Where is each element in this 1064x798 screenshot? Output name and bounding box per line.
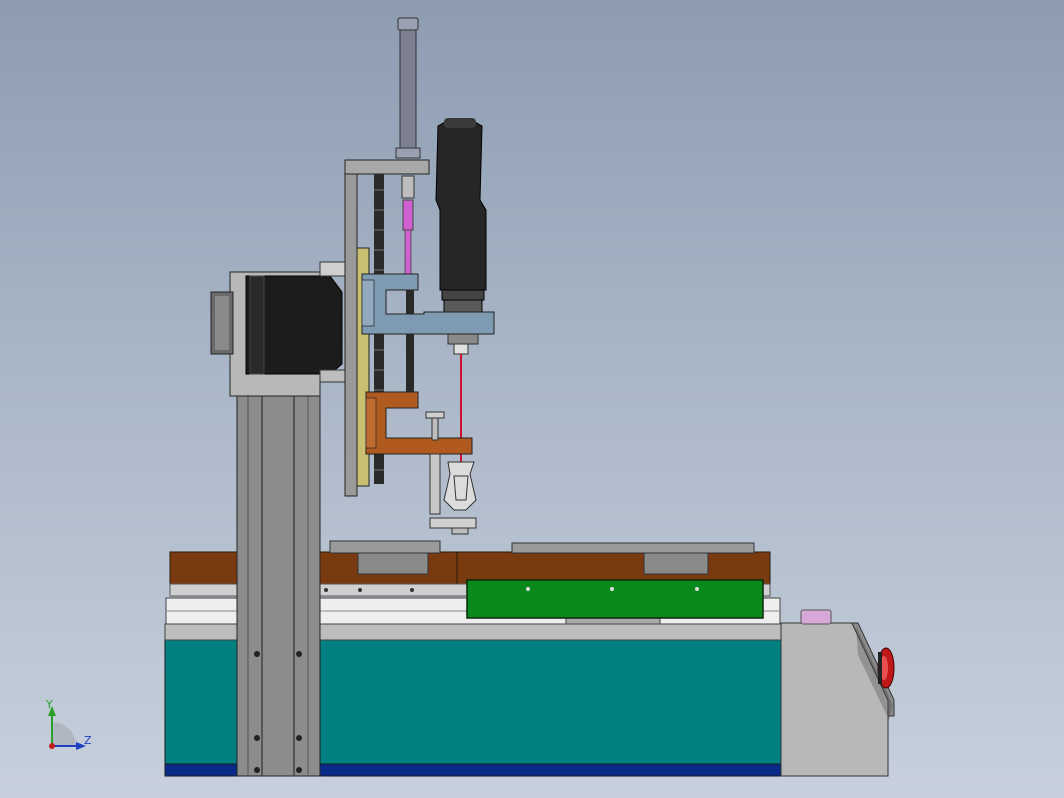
z-axis-label: Z (84, 734, 92, 747)
control-console (780, 609, 895, 777)
fixture-top-right (511, 542, 755, 554)
console-body (780, 622, 889, 777)
press-foot (429, 517, 477, 529)
y-axis-label: Y (46, 698, 53, 711)
console-knob (800, 609, 832, 625)
slide-plate (344, 171, 358, 497)
screw-feeder-nozzle (443, 461, 477, 511)
axis-triad (48, 706, 86, 750)
press-assembly (425, 411, 477, 535)
fixture-top-left (329, 540, 441, 554)
cad-viewport[interactable]: Y Z (0, 0, 1064, 798)
vertical-column (236, 391, 321, 777)
servo-motor (210, 261, 361, 397)
top-bracket (344, 159, 430, 175)
orange-bracket (365, 391, 473, 455)
magenta-rod (402, 199, 414, 231)
cylinder-barrel (399, 29, 417, 151)
screwdriver-body (435, 118, 487, 291)
air-cylinder (395, 17, 421, 275)
machine-model[interactable] (0, 0, 1064, 798)
green-panel (466, 579, 764, 619)
x-axis-dot (49, 743, 55, 749)
orange-bracket-body (365, 391, 473, 455)
green-cover-plate (466, 579, 764, 619)
